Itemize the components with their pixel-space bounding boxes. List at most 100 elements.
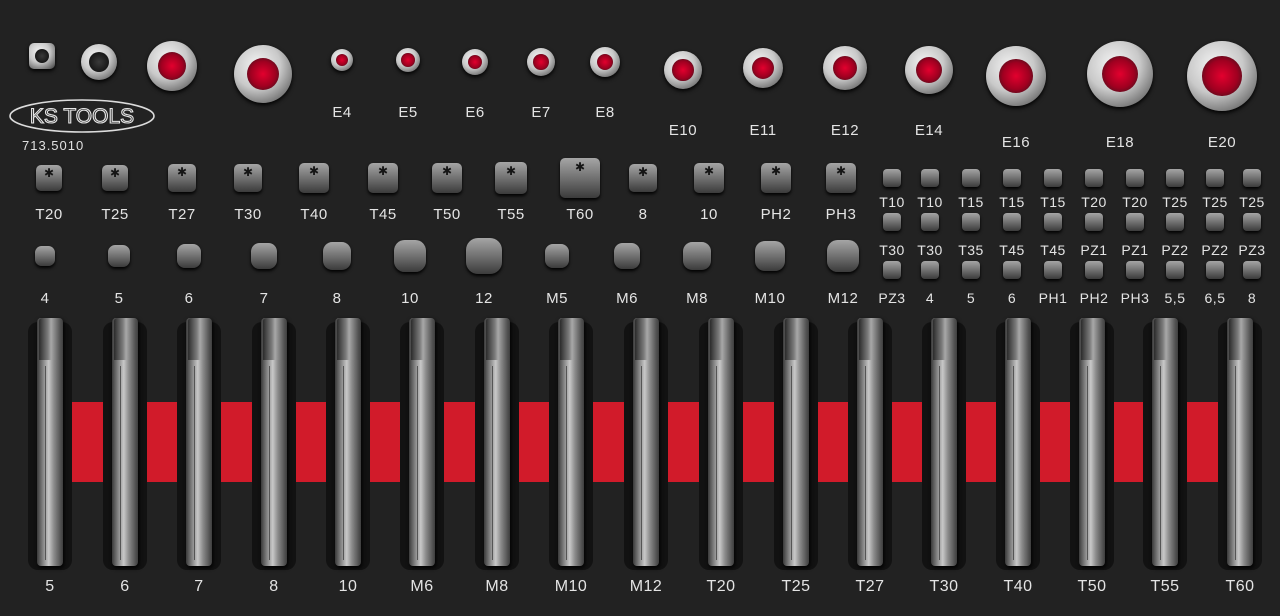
small-bit-label-2-5: PH2	[1079, 290, 1109, 306]
long-bit-label-0: 5	[45, 578, 55, 595]
socket-label-8: E14	[914, 122, 944, 139]
small-bit-label-1-9: PZ3	[1238, 242, 1266, 258]
bit-T27: ✱	[168, 164, 196, 192]
hex-socket-4	[234, 45, 292, 103]
socket-E7	[527, 48, 555, 76]
bit-label-r2-5: T45	[369, 206, 397, 223]
bit-5	[108, 245, 130, 267]
small-bit-label-0-3: T15	[999, 194, 1025, 210]
bit-label-r2-0: T20	[35, 206, 63, 223]
bit-label-r3-7: M5	[546, 290, 568, 307]
long-bit-label-2: 7	[194, 578, 204, 595]
red-foam-strip-9	[739, 402, 778, 482]
bit-label-r3-10: M10	[754, 290, 786, 307]
red-foam-strip-14	[1110, 402, 1147, 482]
small-bit-0-6	[1126, 169, 1144, 187]
small-bit-label-1-5: PZ1	[1080, 242, 1108, 258]
socket-E14	[905, 46, 953, 94]
small-bit-1-8	[1206, 213, 1224, 231]
article-number: 713.5010	[22, 138, 85, 153]
bit-7	[251, 243, 277, 269]
long-bit-label-6: M8	[485, 578, 509, 595]
socket-label-5: E10	[668, 122, 698, 139]
long-bit-T25	[783, 318, 809, 566]
small-bit-2-2	[962, 261, 980, 279]
red-foam-strip-6	[515, 402, 553, 482]
long-bit-T50	[1079, 318, 1105, 566]
long-bit-label-11: T27	[855, 578, 885, 595]
socket-label-7: E12	[830, 122, 860, 139]
small-bit-1-2	[962, 213, 980, 231]
small-bit-2-3	[1003, 261, 1021, 279]
bit-label-r2-7: T55	[497, 206, 525, 223]
socket-E18	[1087, 41, 1153, 107]
long-bit-5	[37, 318, 63, 566]
bit-M5	[545, 244, 569, 268]
bit-label-r2-2: T27	[168, 206, 196, 223]
small-bit-label-1-4: T45	[1040, 242, 1066, 258]
bit-label-r2-9: 8	[638, 206, 648, 223]
small-bit-1-9	[1243, 213, 1261, 231]
long-bit-label-7: M10	[554, 578, 588, 595]
small-bit-label-0-2: T15	[958, 194, 984, 210]
socket-label-1: E5	[398, 104, 418, 121]
small-bit-label-2-4: PH1	[1038, 290, 1068, 306]
small-bit-label-0-4: T15	[1040, 194, 1066, 210]
long-bit-T20	[708, 318, 734, 566]
small-bit-2-8	[1206, 261, 1224, 279]
long-bit-10	[335, 318, 361, 566]
socket-label-11: E20	[1207, 134, 1237, 151]
small-bit-0-4	[1044, 169, 1062, 187]
socket-label-3: E7	[531, 104, 551, 121]
long-bit-label-1: 6	[120, 578, 130, 595]
small-bit-0-9	[1243, 169, 1261, 187]
bit-12	[466, 238, 502, 274]
long-bit-T27	[857, 318, 883, 566]
small-bit-2-4	[1044, 261, 1062, 279]
long-bit-M6	[409, 318, 435, 566]
bit-label-r3-3: 7	[259, 290, 269, 307]
bit-label-r3-8: M6	[616, 290, 638, 307]
small-bit-0-7	[1166, 169, 1184, 187]
socket-E20	[1187, 41, 1257, 111]
bit-label-r3-4: 8	[332, 290, 342, 307]
small-bit-label-2-0: PZ3	[878, 290, 906, 306]
socket-E5	[396, 48, 420, 72]
long-bit-7	[186, 318, 212, 566]
red-foam-strip-8	[664, 402, 703, 482]
small-bit-label-2-8: 6,5	[1204, 290, 1226, 306]
long-bit-label-10: T25	[781, 578, 811, 595]
red-foam-strip-5	[440, 402, 479, 482]
small-bit-1-0	[883, 213, 901, 231]
red-foam-strip-1	[143, 402, 181, 482]
bit-8	[323, 242, 351, 270]
small-bit-label-1-0: T30	[879, 242, 905, 258]
small-bit-2-6	[1126, 261, 1144, 279]
bit-4	[35, 246, 55, 266]
long-bit-6	[112, 318, 138, 566]
long-bit-label-3: 8	[269, 578, 279, 595]
small-bit-0-3	[1003, 169, 1021, 187]
small-bit-label-2-2: 5	[966, 290, 976, 306]
bit-T30: ✱	[234, 164, 262, 192]
small-bit-label-1-3: T45	[999, 242, 1025, 258]
small-bit-2-9	[1243, 261, 1261, 279]
long-bit-label-16: T60	[1225, 578, 1255, 595]
small-bit-label-0-8: T25	[1202, 194, 1228, 210]
small-bit-2-0	[883, 261, 901, 279]
long-bit-label-14: T50	[1077, 578, 1107, 595]
bit-label-r3-6: 12	[475, 290, 493, 307]
bit-M12	[827, 240, 859, 272]
bit-label-r3-9: M8	[686, 290, 708, 307]
red-foam-strip-10	[814, 402, 852, 482]
svg-text:KS TOOLS: KS TOOLS	[30, 105, 134, 128]
small-bit-2-7	[1166, 261, 1184, 279]
small-bit-0-8	[1206, 169, 1224, 187]
bit-PH3: ✱	[826, 163, 856, 193]
small-bit-1-4	[1044, 213, 1062, 231]
small-bit-label-1-8: PZ2	[1201, 242, 1229, 258]
bit-label-r2-6: T50	[433, 206, 461, 223]
small-bit-0-5	[1085, 169, 1103, 187]
bit-label-r2-4: T40	[300, 206, 328, 223]
bit-T45: ✱	[368, 163, 398, 193]
